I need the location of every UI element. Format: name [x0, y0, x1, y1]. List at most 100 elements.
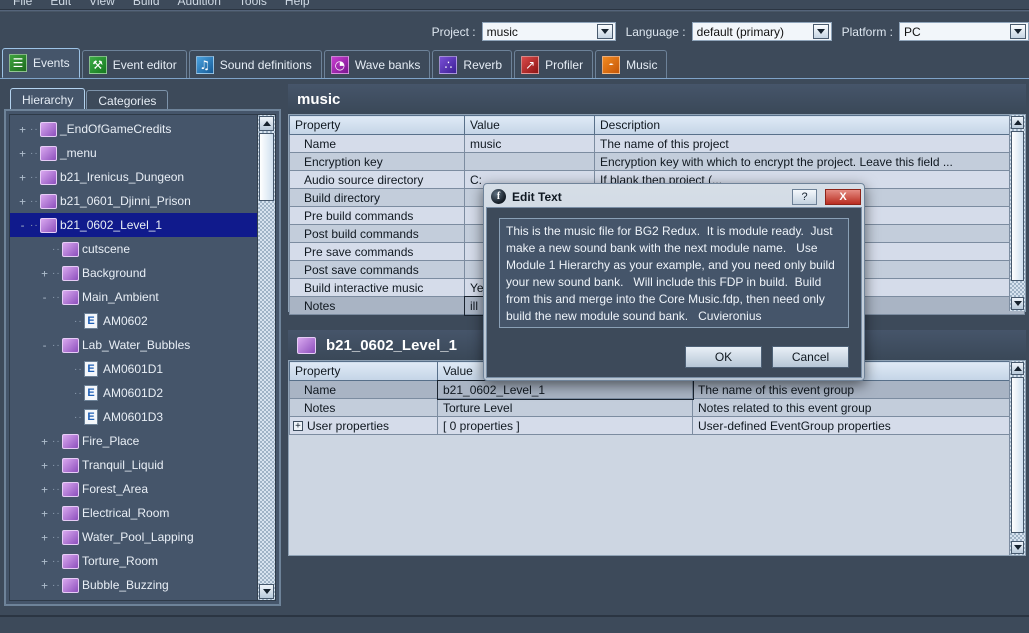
scroll-down-icon[interactable]: [1011, 297, 1024, 310]
property-value-cell[interactable]: music: [465, 135, 595, 153]
expand-icon[interactable]: +: [18, 149, 27, 158]
property-name: Name: [304, 137, 336, 151]
chevron-down-icon[interactable]: [597, 24, 613, 39]
expand-icon[interactable]: +: [40, 437, 49, 446]
expand-icon[interactable]: +: [40, 557, 49, 566]
tab-events[interactable]: ☰Events: [2, 48, 80, 78]
column-header[interactable]: Property: [290, 362, 438, 381]
menu-item-help[interactable]: Help: [276, 0, 319, 9]
tree-item[interactable]: +··cutscene: [10, 237, 257, 261]
expand-icon[interactable]: +: [293, 421, 303, 431]
menu-item-file[interactable]: File: [4, 0, 41, 9]
subtab-hierarchy[interactable]: Hierarchy: [10, 88, 85, 110]
tree-item[interactable]: +··Background: [10, 261, 257, 285]
table-row[interactable]: NotesTorture LevelNotes related to this …: [290, 399, 1025, 417]
menu-item-edit[interactable]: Edit: [41, 0, 80, 9]
group-icon: [62, 338, 79, 353]
scroll-down-icon[interactable]: [259, 584, 274, 599]
column-header[interactable]: Property: [290, 116, 465, 135]
tree-item[interactable]: +··Bubble_Buzzing: [10, 573, 257, 597]
tree-item[interactable]: +··EAM0601D2: [10, 381, 257, 405]
table-row[interactable]: Nameb21_0602_Level_1The name of this eve…: [290, 381, 1025, 399]
tree-item[interactable]: +··Tranquil_Liquid: [10, 453, 257, 477]
property-value-cell[interactable]: Torture Level: [438, 399, 693, 417]
tree-connector: ··: [30, 172, 40, 183]
scroll-up-icon[interactable]: [259, 116, 274, 131]
project-select[interactable]: music: [482, 22, 616, 41]
ok-button[interactable]: OK: [685, 346, 762, 368]
chevron-down-icon[interactable]: [813, 24, 829, 39]
property-value-cell[interactable]: b21_0602_Level_1: [438, 381, 693, 399]
tab-music[interactable]: 𝄼Music: [595, 50, 667, 78]
tab-event-editor[interactable]: ⚒Event editor: [82, 50, 187, 78]
tree-item[interactable]: -··b21_0602_Level_1: [10, 213, 257, 237]
column-header[interactable]: Value: [465, 116, 595, 135]
scrollbar-thumb[interactable]: [1011, 131, 1024, 281]
tree-item[interactable]: +··EAM0602: [10, 309, 257, 333]
tree-item-label: b21_Irenicus_Dungeon: [60, 170, 184, 184]
expand-icon[interactable]: +: [18, 125, 27, 134]
tree-item[interactable]: +··EAM0601D1: [10, 357, 257, 381]
menu-item-build[interactable]: Build: [124, 0, 169, 9]
tree-vertical-scrollbar[interactable]: [257, 115, 275, 600]
menu-item-view[interactable]: View: [80, 0, 124, 9]
hierarchy-tree[interactable]: +··_EndOfGameCredits+··_menu+··b21_Ireni…: [10, 115, 257, 600]
chevron-down-icon[interactable]: [1010, 24, 1026, 39]
table-row[interactable]: +User properties[ 0 properties ]User-def…: [290, 417, 1025, 435]
tree-item[interactable]: -··Main_Ambient: [10, 285, 257, 309]
tree-item[interactable]: +··Torture_Room: [10, 549, 257, 573]
property-value-cell[interactable]: [465, 153, 595, 171]
tree-item[interactable]: +··Forest_Area: [10, 477, 257, 501]
property-name: Pre build commands: [304, 209, 413, 223]
expand-icon[interactable]: +: [40, 509, 49, 518]
cancel-button[interactable]: Cancel: [772, 346, 849, 368]
menu-item-audition[interactable]: Audition: [169, 0, 230, 9]
platform-select[interactable]: PC: [899, 22, 1029, 41]
tab-reverb[interactable]: ∴Reverb: [432, 50, 512, 78]
menu-item-tools[interactable]: Tools: [230, 0, 276, 9]
table-row[interactable]: NamemusicThe name of this project: [290, 135, 1025, 153]
tab-profiler[interactable]: ↗Profiler: [514, 50, 593, 78]
property-name-cell: Build directory: [290, 189, 465, 207]
tree-item[interactable]: -··Lab_Water_Bubbles: [10, 333, 257, 357]
expand-icon[interactable]: +: [40, 461, 49, 470]
scroll-up-icon[interactable]: [1011, 362, 1024, 375]
tree-item[interactable]: +··Fire_Place: [10, 429, 257, 453]
scrollbar-thumb[interactable]: [259, 133, 274, 201]
project-table-scrollbar[interactable]: [1009, 115, 1025, 311]
collapse-icon[interactable]: -: [18, 221, 27, 230]
edit-text-input[interactable]: This is the music file for BG2 Redux. It…: [499, 218, 849, 328]
tree-item[interactable]: +··_EndOfGameCredits: [10, 117, 257, 141]
group-icon: [40, 218, 57, 233]
tree-item[interactable]: +··b21_0601_Djinni_Prison: [10, 189, 257, 213]
subtab-categories[interactable]: Categories: [86, 90, 168, 110]
scroll-up-icon[interactable]: [1011, 116, 1024, 129]
language-select[interactable]: default (primary): [692, 22, 832, 41]
scroll-down-icon[interactable]: [1011, 541, 1024, 554]
scrollbar-thumb[interactable]: [1011, 377, 1024, 533]
property-value-cell[interactable]: [ 0 properties ]: [438, 417, 693, 435]
tree-item-label: _EndOfGameCredits: [60, 122, 171, 136]
help-button[interactable]: ?: [792, 189, 817, 205]
collapse-icon[interactable]: -: [40, 293, 49, 302]
expand-icon[interactable]: +: [40, 533, 49, 542]
dialog-title-bar[interactable]: f Edit Text ? X: [486, 186, 862, 207]
expand-icon[interactable]: +: [40, 581, 49, 590]
expand-icon[interactable]: +: [40, 485, 49, 494]
tree-item[interactable]: +··_menu: [10, 141, 257, 165]
expand-icon[interactable]: +: [40, 269, 49, 278]
tree-item[interactable]: +··Electrical_Room: [10, 501, 257, 525]
expand-icon[interactable]: +: [18, 197, 27, 206]
table-row[interactable]: Encryption keyEncryption key with which …: [290, 153, 1025, 171]
tree-item[interactable]: +·· b21_Irenicus_Dungeon: [10, 165, 257, 189]
tree-item[interactable]: +··EAM0601D3: [10, 405, 257, 429]
expand-icon[interactable]: +: [18, 173, 27, 182]
column-header[interactable]: Description: [595, 116, 1025, 135]
collapse-icon[interactable]: -: [40, 341, 49, 350]
tree-connector: ··: [74, 364, 84, 375]
tab-wave-banks[interactable]: ◔Wave banks: [324, 50, 431, 78]
tree-item[interactable]: +··Water_Pool_Lapping: [10, 525, 257, 549]
close-icon[interactable]: X: [825, 189, 861, 205]
group-table-scrollbar[interactable]: [1009, 361, 1025, 555]
tab-sound-definitions[interactable]: ♫Sound definitions: [189, 50, 322, 78]
